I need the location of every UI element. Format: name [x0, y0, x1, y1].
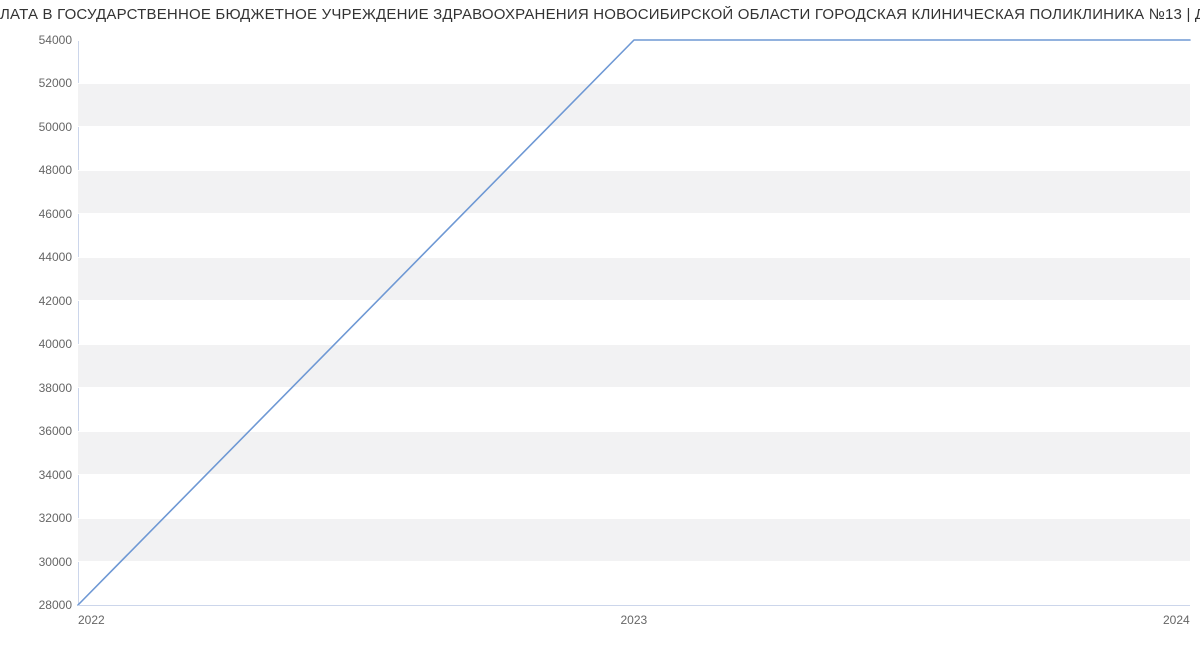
x-axis-line — [78, 605, 1190, 606]
y-tick-label: 44000 — [12, 250, 72, 264]
y-tick-label: 28000 — [12, 598, 72, 612]
chart-title: ЛАТА В ГОСУДАРСТВЕННОЕ БЮДЖЕТНОЕ УЧРЕЖДЕ… — [0, 6, 1200, 23]
line-series — [78, 40, 1190, 605]
y-tick-label: 50000 — [12, 120, 72, 134]
y-tick-label: 30000 — [12, 555, 72, 569]
y-tick-label: 34000 — [12, 468, 72, 482]
x-tick-label: 2023 — [621, 613, 648, 627]
y-tick-label: 40000 — [12, 337, 72, 351]
y-tick-label: 36000 — [12, 424, 72, 438]
y-tick-label: 38000 — [12, 381, 72, 395]
y-tick-label: 52000 — [12, 76, 72, 90]
x-tick-label: 2022 — [78, 613, 105, 627]
y-tick-label: 32000 — [12, 511, 72, 525]
y-tick-label: 46000 — [12, 207, 72, 221]
y-tick-label: 48000 — [12, 163, 72, 177]
plot-area — [78, 40, 1190, 605]
y-tick-label: 54000 — [12, 33, 72, 47]
y-tick-label: 42000 — [12, 294, 72, 308]
x-tick-label: 2024 — [1163, 613, 1190, 627]
